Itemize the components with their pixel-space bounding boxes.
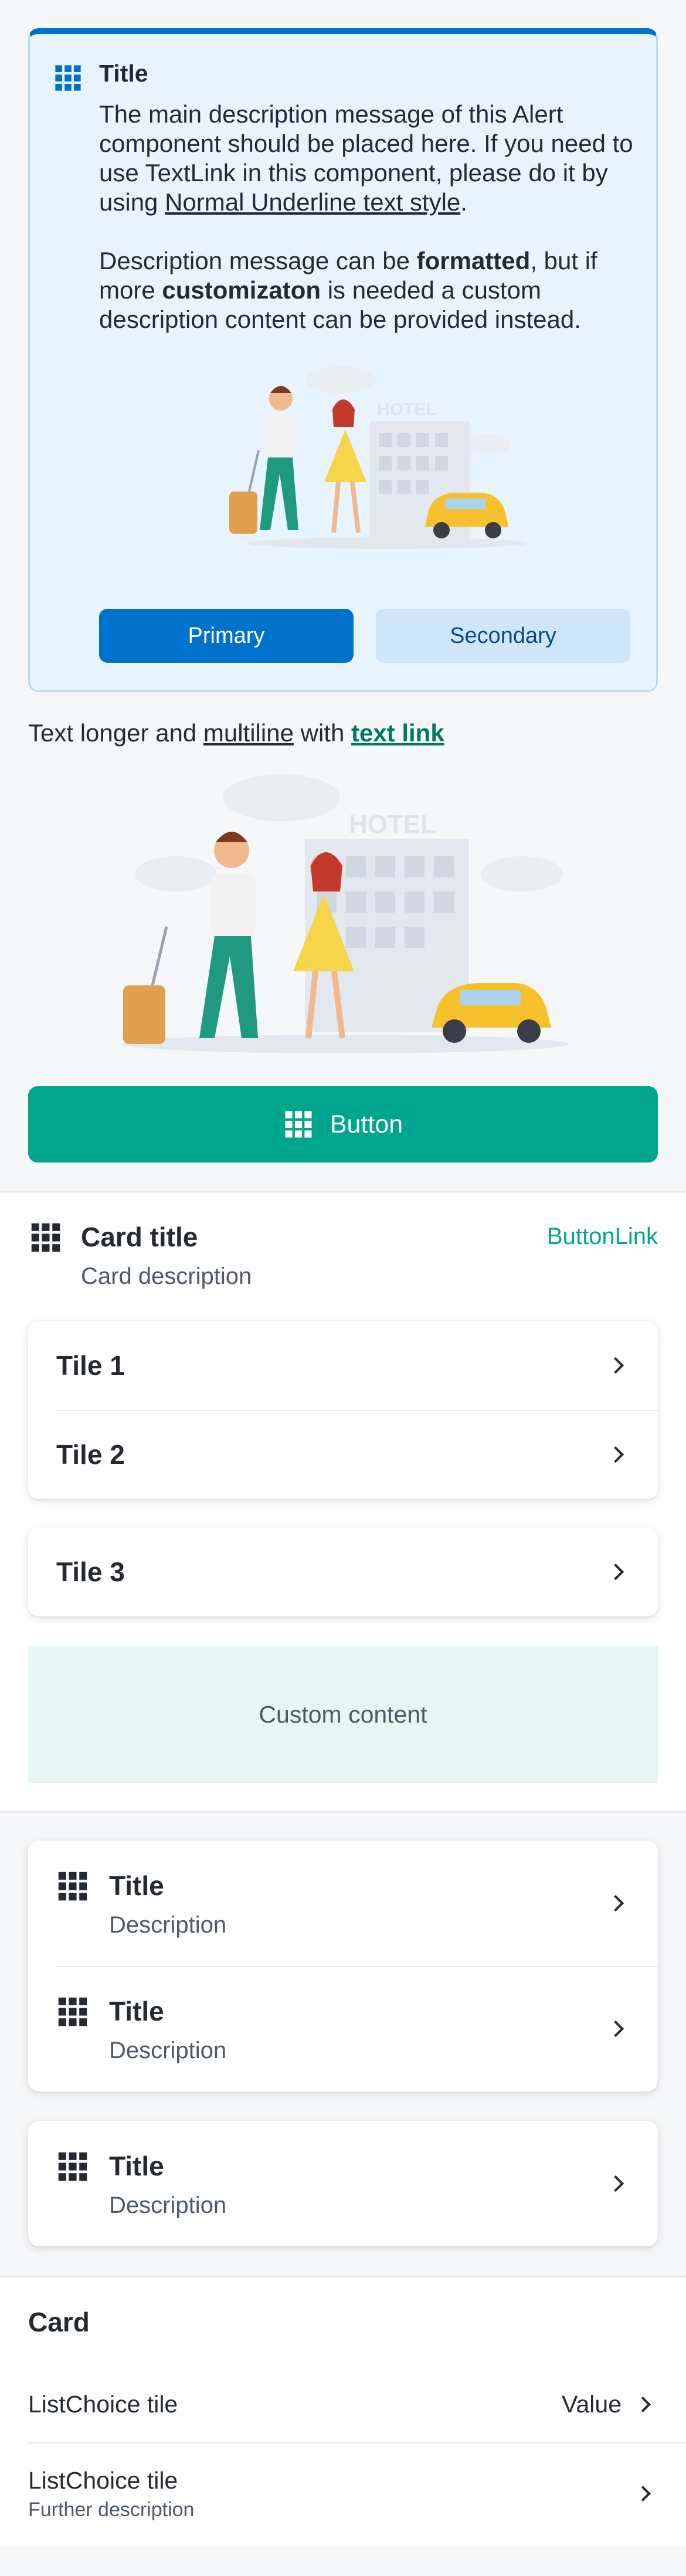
card-description: Card description xyxy=(81,1263,252,1289)
main-button-label: Button xyxy=(330,1110,403,1138)
icon-tile[interactable]: Title Description xyxy=(28,1966,658,2092)
chevron-right-icon xyxy=(607,1357,624,1374)
chevron-right-icon xyxy=(607,2175,624,2192)
card: Card title Card description ButtonLink T… xyxy=(0,1193,686,1811)
section-divider xyxy=(0,2276,686,2277)
secondary-button[interactable]: Secondary xyxy=(376,609,630,663)
list-choice-value: Value xyxy=(562,2391,622,2418)
list-choice-card: Card ListChoice tile Value ListChoice ti… xyxy=(0,2278,686,2547)
tile-group: Tile 1 Tile 2 xyxy=(28,1321,658,1499)
svg-text:HOTEL: HOTEL xyxy=(349,810,436,839)
tile-single: Tile 3 xyxy=(28,1527,658,1616)
list-choice-label: ListChoice tile xyxy=(28,2467,178,2494)
grid-icon xyxy=(31,1223,60,1252)
tile-label: Tile 1 xyxy=(56,1350,125,1381)
chevron-right-icon xyxy=(607,2020,624,2038)
alert-title: Title xyxy=(99,60,148,87)
grid-icon xyxy=(58,1997,87,2026)
chevron-right-icon xyxy=(635,2397,651,2412)
main-button[interactable]: Button xyxy=(28,1086,658,1162)
tile[interactable]: Tile 2 xyxy=(28,1410,658,1499)
card-title: Card title xyxy=(81,1222,198,1252)
tile-title: Title xyxy=(109,1996,164,2026)
travel-illustration: HOTEL xyxy=(229,366,528,549)
tile-title: Title xyxy=(109,1870,164,1901)
icon-tile[interactable]: Title Description xyxy=(28,1841,658,1966)
text-link[interactable]: text link xyxy=(351,719,444,747)
tile-description: Description xyxy=(109,1912,227,1938)
chevron-right-icon xyxy=(607,1446,624,1463)
list-choice-label: ListChoice tile xyxy=(28,2391,178,2418)
underline-text-link[interactable]: Normal Underline text style xyxy=(165,188,460,216)
icon-tile[interactable]: Title Description xyxy=(28,2121,658,2246)
grid-icon xyxy=(285,1111,312,1138)
tile-description: Description xyxy=(109,2192,227,2218)
card2-title: Card xyxy=(28,2307,90,2337)
tile-label: Tile 3 xyxy=(56,1557,125,1587)
list-choice-tile[interactable]: ListChoice tile Value xyxy=(0,2366,686,2442)
alert-description: The main description message of this Ale… xyxy=(99,100,633,333)
card-button-link[interactable]: ButtonLink xyxy=(547,1223,658,1250)
list-choice-tile[interactable]: ListChoice tile Further description xyxy=(0,2443,686,2547)
icon-tile-group: Title Description Title Description xyxy=(28,1841,658,2092)
custom-content: Custom content xyxy=(28,1646,658,1783)
svg-text:HOTEL: HOTEL xyxy=(377,400,437,419)
tile[interactable]: Tile 1 xyxy=(28,1321,658,1410)
grid-icon xyxy=(58,2152,87,2181)
chevron-right-icon xyxy=(607,1563,624,1581)
tile-title: Title xyxy=(109,2151,164,2181)
chevron-right-icon xyxy=(635,2486,651,2502)
tile[interactable]: Tile 3 xyxy=(28,1527,658,1616)
icon-tile-single: Title Description xyxy=(28,2121,658,2246)
tile-label: Tile 2 xyxy=(56,1439,125,1470)
list-choice-description: Further description xyxy=(28,2499,195,2521)
chevron-right-icon xyxy=(607,1894,624,1912)
multiline-text: Text longer and multiline with text link xyxy=(28,719,444,747)
tile-description: Description xyxy=(109,2038,227,2063)
section-divider xyxy=(0,1191,686,1192)
travel-illustration-large: HOTEL xyxy=(123,774,569,1053)
primary-button[interactable]: Primary xyxy=(99,609,354,663)
grid-icon xyxy=(55,65,81,91)
grid-icon xyxy=(58,1872,87,1901)
section-divider xyxy=(0,1811,686,1813)
info-alert: Title The main description message of th… xyxy=(28,28,658,692)
